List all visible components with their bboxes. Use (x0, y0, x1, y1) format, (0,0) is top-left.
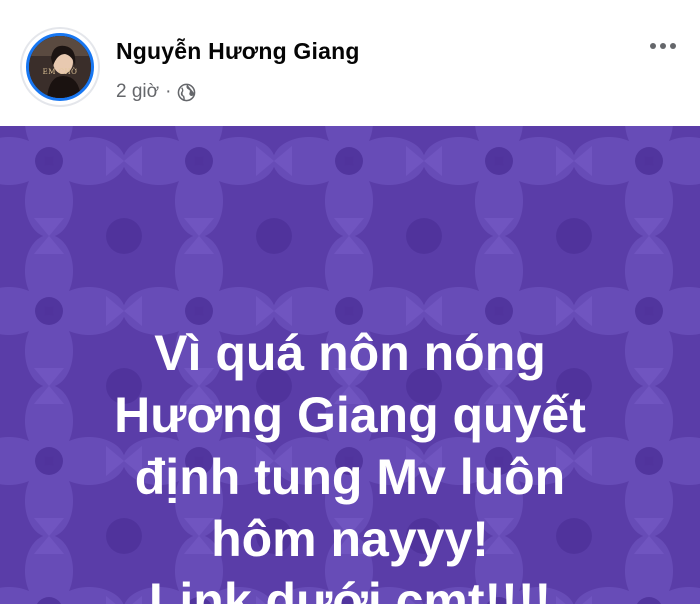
more-dot (650, 43, 656, 49)
post-background: Vì quá nôn nóng Hương Giang quyết định t… (0, 126, 700, 604)
post-text: Vì quá nôn nóng Hương Giang quyết định t… (0, 322, 700, 604)
globe-icon[interactable] (177, 83, 196, 102)
story-ring: EM CHỜ (26, 33, 94, 101)
avatar[interactable]: EM CHỜ (22, 29, 98, 105)
post-text-line: Hương Giang quyết (114, 387, 586, 443)
more-dot (660, 43, 666, 49)
post-text-line: hôm nayyy! (211, 511, 489, 567)
post-text-line: định tung Mv luôn (134, 449, 566, 505)
post-time[interactable]: 2 giờ (116, 81, 159, 103)
more-options-button[interactable] (643, 32, 683, 60)
more-dot (670, 43, 676, 49)
post-text-line: Vì quá nôn nóng (154, 325, 546, 381)
avatar-caption: EM CHỜ (42, 68, 78, 76)
post-text-line: Link dưới cmt!!!! (148, 573, 552, 604)
profile-photo (29, 36, 91, 98)
post-header: EM CHỜ Nguyễn Hương Giang 2 giờ · (0, 0, 700, 126)
author-name[interactable]: Nguyễn Hương Giang (116, 38, 360, 65)
meta-separator: · (165, 81, 172, 102)
post-meta: 2 giờ · (116, 80, 196, 104)
